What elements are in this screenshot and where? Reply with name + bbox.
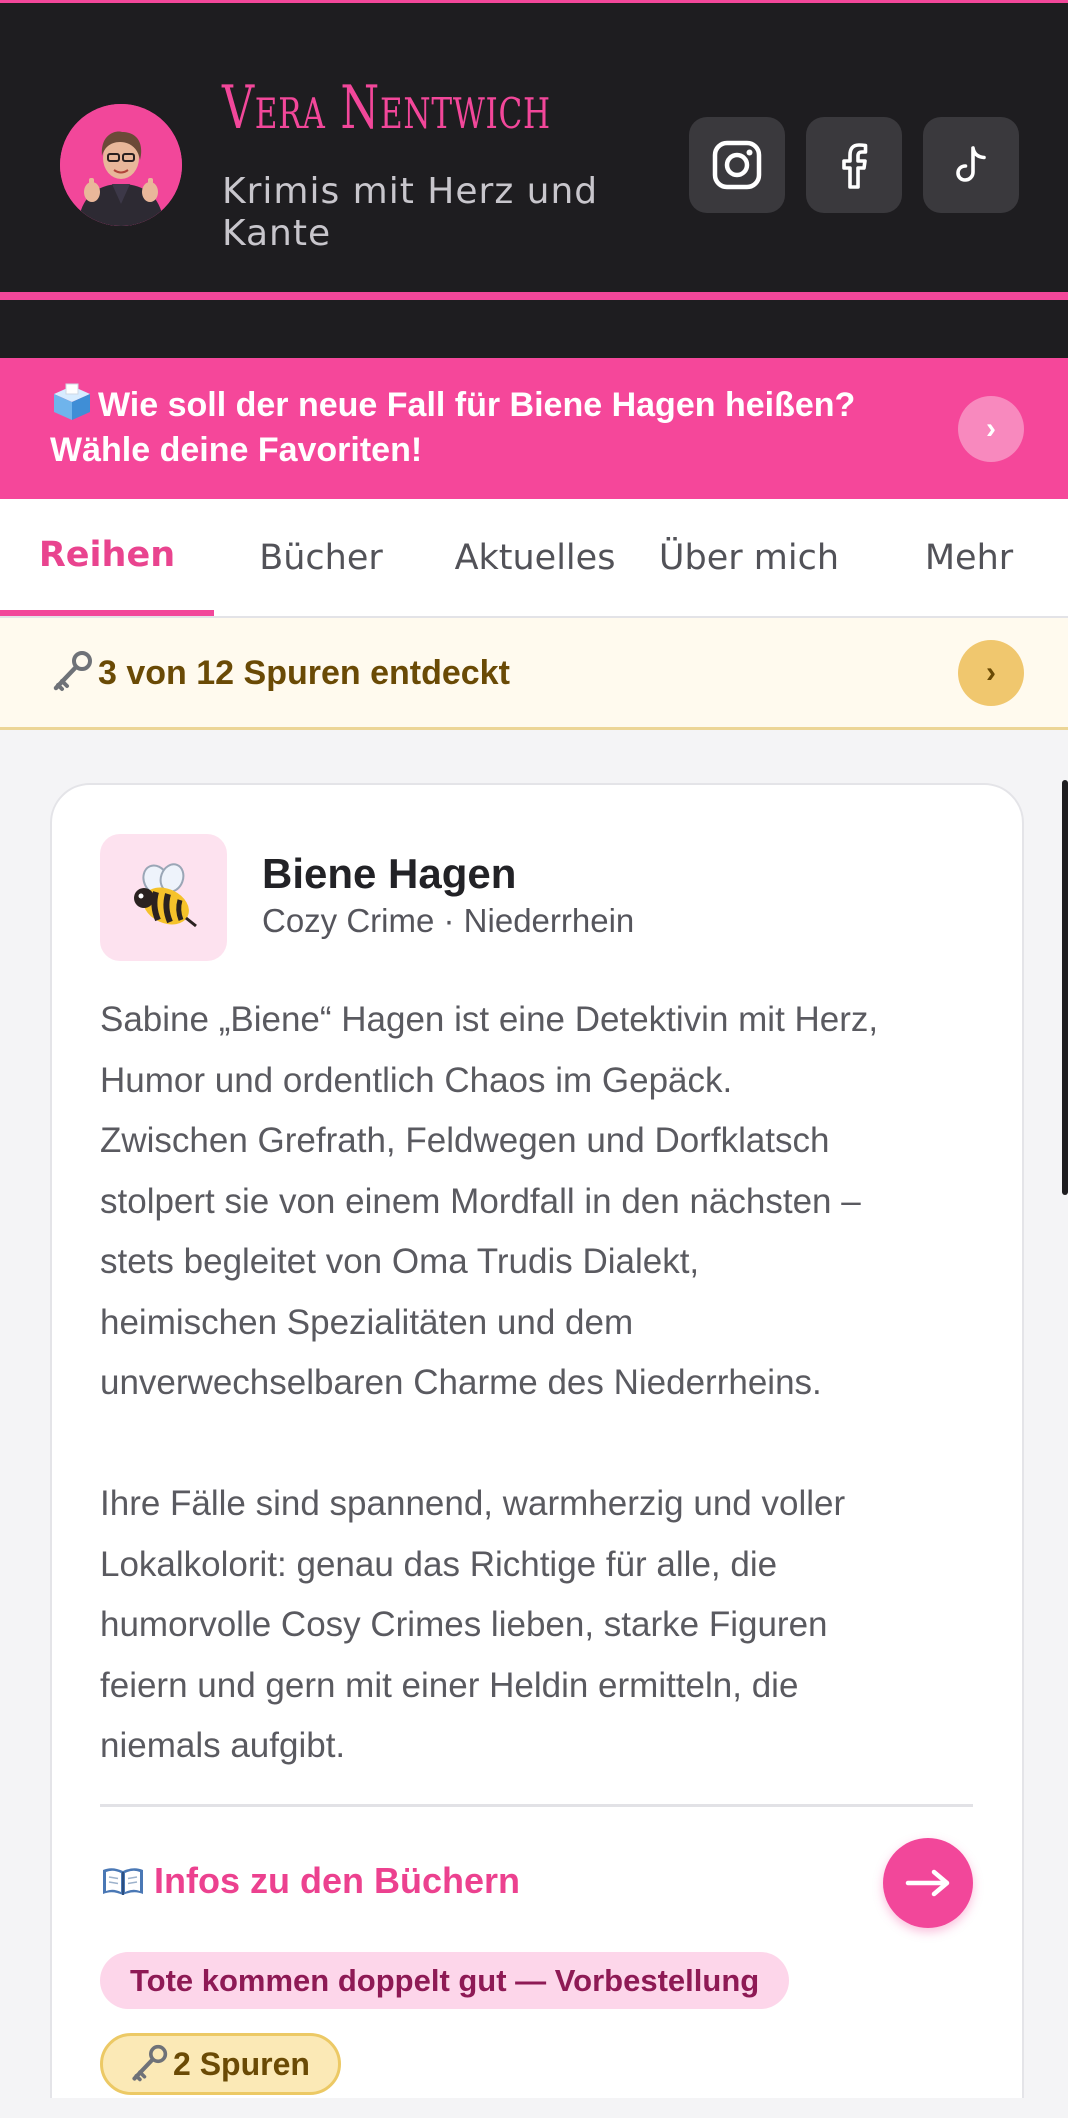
tiktok-icon [956, 146, 986, 182]
ballot-box-icon [54, 383, 90, 420]
tiktok-button[interactable] [923, 117, 1019, 213]
key-icon [53, 651, 92, 691]
author-tagline: Krimis mit Herz und Kante [222, 171, 599, 254]
header-accent-line [0, 292, 1068, 300]
clues-badge-label: 2 Spuren [173, 2045, 310, 2082]
tab-reihen[interactable]: Reihen [0, 499, 214, 616]
instagram-icon [712, 140, 762, 190]
preorder-badge[interactable]: Tote kommen doppelt gut — Vorbestellung [100, 1952, 790, 2009]
clue-progress-text: 3 von 12 Spuren entdeckt [50, 650, 510, 694]
arrow-right-icon [905, 1869, 950, 1897]
series-title[interactable]: Biene Hagen [262, 850, 516, 898]
voting-banner-text: Wie soll der neue Fall für Biene Hagen h… [50, 382, 930, 473]
clues-badge[interactable]: 2 Spuren [100, 2033, 341, 2095]
books-info-link[interactable]: Infos zu den Büchern [100, 1860, 520, 1902]
key-icon [132, 2044, 168, 2082]
site-header: Vera Nentwich Krimis mit Herz und Kante [0, 0, 1068, 358]
clue-progress-chevron-button[interactable]: › [958, 640, 1024, 706]
voting-banner-chevron-button[interactable]: › [958, 396, 1024, 462]
card-divider [100, 1804, 973, 1807]
series-description: Sabine „Biene“ Hagen ist eine Detektivin… [100, 1000, 879, 1765]
tab-buecher[interactable]: Bücher [214, 499, 428, 616]
page-bottom-edge [0, 2098, 1068, 2118]
open-book-icon [103, 1868, 143, 1895]
books-info-label: Infos zu den Büchern [154, 1860, 521, 1901]
avatar[interactable] [60, 104, 182, 226]
scrollbar[interactable] [1062, 780, 1068, 1195]
series-subtitle: Cozy Crime · Niederrhein [262, 902, 635, 939]
instagram-button[interactable] [689, 117, 785, 213]
tab-ueber-mich[interactable]: Über mich [642, 499, 856, 616]
clue-progress-bar[interactable]: 3 von 12 Spuren entdeckt [0, 618, 1068, 730]
series-icon-tile [100, 834, 227, 961]
clue-progress-label: 3 von 12 Spuren entdeckt [98, 654, 510, 692]
facebook-icon [842, 143, 868, 189]
author-portrait [60, 104, 182, 226]
tab-mehr[interactable]: Mehr [862, 499, 1068, 616]
voting-banner-label: Wie soll der neue Fall für Biene Hagen h… [50, 386, 856, 469]
facebook-button[interactable] [806, 117, 902, 213]
main-tabs: Reihen Bücher Aktuelles Über mich Mehr [0, 499, 1068, 618]
bee-icon [133, 862, 197, 927]
books-info-arrow-button[interactable] [883, 1838, 973, 1928]
voting-banner[interactable]: Wie soll der neue Fall für Biene Hagen h… [0, 358, 1068, 499]
author-name[interactable]: Vera Nentwich [222, 73, 551, 143]
tab-aktuelles[interactable]: Aktuelles [428, 499, 642, 616]
